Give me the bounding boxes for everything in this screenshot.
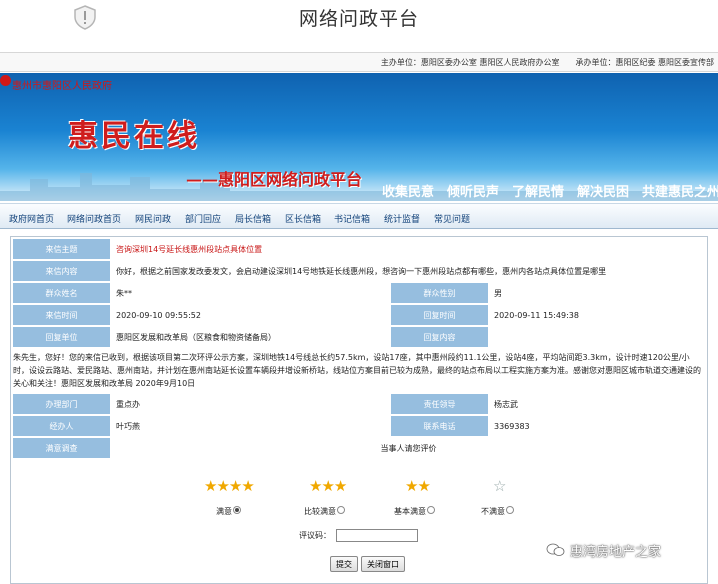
table-row: 满意调查 当事人请您评价 (13, 438, 705, 458)
browser-title-bar: 网络问政平台 (0, 0, 718, 34)
leader-value: 杨志武 (490, 394, 705, 414)
nav-director-mailbox[interactable]: 局长信箱 (235, 212, 271, 225)
nav-dept-response[interactable]: 部门回应 (185, 212, 221, 225)
table-row: 来信时间 2020-09-10 09:55:52 回复时间 2020-09-11… (13, 305, 705, 325)
survey-prompt: 当事人请您评价 (112, 438, 705, 458)
rating-option-label: 不满意 (481, 507, 505, 516)
time-label: 来信时间 (13, 305, 110, 325)
leader-label: 责任领导 (391, 394, 488, 414)
radio-basically-satisfied[interactable] (427, 506, 435, 514)
table-row: 经办人 叶巧燕 联系电话 3369383 (13, 416, 705, 436)
letter-detail-panel: 来信主题 咨询深圳14号延长线惠州段站点具体位置 来信内容 你好，根据之前国家发… (10, 236, 708, 584)
brand-logo: 惠民在线 (68, 119, 200, 154)
brand-subtitle: ——惠阳区网络问政平台 (186, 170, 363, 189)
reply-time-value: 2020-09-11 15:49:38 (490, 305, 705, 325)
handler-value: 叶巧燕 (112, 416, 389, 436)
reply-dept-label: 回复单位 (13, 327, 110, 347)
phone-label: 联系电话 (391, 416, 488, 436)
table-row: 来信内容 你好，根据之前国家发改委发文，会启动建设深圳14号地铁延长线惠州段，想… (13, 261, 705, 281)
content-value: 你好，根据之前国家发改委发文，会启动建设深圳14号地铁延长线惠州段，想咨询一下惠… (112, 261, 705, 281)
rating-option-fairly-satisfied[interactable]: 比较满意 (304, 506, 345, 517)
table-row: 来信主题 咨询深圳14号延长线惠州段站点具体位置 (13, 239, 705, 259)
submit-button[interactable]: 提交 (330, 556, 358, 572)
content-label: 来信内容 (13, 261, 110, 281)
name-label: 群众姓名 (13, 283, 110, 303)
gender-value: 男 (490, 283, 705, 303)
reply-time-label: 回复时间 (391, 305, 488, 325)
reply-text: 朱先生，您好！您的来信已收到，根据该项目第二次环评公示方案，深圳地铁14号线总长… (13, 349, 705, 392)
rating-option-basically-satisfied[interactable]: 基本满意 (394, 506, 435, 517)
letter-detail-table: 来信主题 咨询深圳14号延长线惠州段站点具体位置 来信内容 你好，根据之前国家发… (11, 237, 707, 460)
national-emblem-icon (0, 75, 11, 86)
reply-content-label: 回复内容 (391, 327, 488, 347)
close-window-button[interactable]: 关闭窗口 (361, 556, 405, 572)
banner: 惠州市惠阳区人民政府 惠民在线 ——惠阳区网络问政平台 收集民意 倾听民声 了解… (0, 73, 718, 201)
evaluation-code-label: 评议码： (299, 531, 331, 540)
page-title: 网络问政平台 (298, 8, 419, 30)
table-row: 群众姓名 朱** 群众性别 男 (13, 283, 705, 303)
watermark-text: 惠湾房地产之家 (570, 545, 662, 560)
nav-secretary-mailbox[interactable]: 书记信箱 (334, 212, 370, 225)
table-row: 办理部门 重点办 责任领导 杨志武 (13, 394, 705, 414)
reply-dept-value: 惠阳区发展和改革局（区粮食和物资储备局） (112, 327, 389, 347)
two-star-rating-icon: ★★ (405, 477, 431, 495)
radio-fairly-satisfied[interactable] (337, 506, 345, 514)
main-nav: 政府网首页 网络问政首页 网民问政 部门回应 局长信箱 区长信箱 书记信箱 统计… (0, 203, 718, 229)
gender-label: 群众性别 (391, 283, 488, 303)
rating-option-unsatisfied[interactable]: 不满意 (481, 506, 514, 517)
sponsor-text: 主办单位：惠阳区委办公室 惠阳区人民政府办公室 承办单位：惠阳区纪委 惠阳区委宣… (380, 58, 714, 67)
reply-content-value (490, 327, 705, 347)
nav-netizen[interactable]: 网民问政 (135, 212, 171, 225)
empty-star-icon: ☆ (493, 477, 506, 495)
handle-dept-label: 办理部门 (13, 394, 110, 414)
subject-value: 咨询深圳14号延长线惠州段站点具体位置 (112, 239, 705, 259)
table-row: 回复单位 惠阳区发展和改革局（区粮食和物资储备局） 回复内容 (13, 327, 705, 347)
survey-label: 满意调查 (13, 438, 110, 458)
rating-option-label: 满意 (216, 507, 232, 516)
handle-dept-value: 重点办 (112, 394, 389, 414)
banner-slogan: 收集民意 倾听民声 了解民情 解决民困 共建惠民之州 (382, 185, 718, 200)
table-row: 朱先生，您好！您的来信已收到，根据该项目第二次环评公示方案，深圳地铁14号线总长… (13, 349, 705, 392)
nav-faq[interactable]: 常见问题 (434, 212, 470, 225)
nav-mayor-mailbox[interactable]: 区长信箱 (285, 212, 321, 225)
name-value: 朱** (112, 283, 389, 303)
four-star-rating-icon: ★★★★ (204, 477, 255, 495)
rating-option-label: 比较满意 (304, 507, 336, 516)
evaluation-code-input[interactable] (336, 529, 418, 542)
rating-option-label: 基本满意 (394, 507, 426, 516)
radio-satisfied[interactable] (233, 506, 241, 514)
radio-unsatisfied[interactable] (506, 506, 514, 514)
subject-label: 来信主题 (13, 239, 110, 259)
phone-value: 3369383 (490, 416, 705, 436)
handler-label: 经办人 (13, 416, 110, 436)
wechat-icon (546, 543, 565, 556)
three-star-rating-icon: ★★★ (309, 477, 347, 495)
nav-gov-home[interactable]: 政府网首页 (9, 212, 54, 225)
nav-statistics[interactable]: 统计监督 (384, 212, 420, 225)
rating-option-satisfied[interactable]: 满意 (216, 506, 241, 517)
time-value: 2020-09-10 09:55:52 (112, 305, 389, 325)
government-name: 惠州市惠阳区人民政府 (12, 81, 112, 92)
sponsor-bar: 主办单位：惠阳区委办公室 惠阳区人民政府办公室 承办单位：惠阳区纪委 惠阳区委宣… (0, 52, 718, 72)
nav-wenzheng-home[interactable]: 网络问政首页 (67, 212, 121, 225)
